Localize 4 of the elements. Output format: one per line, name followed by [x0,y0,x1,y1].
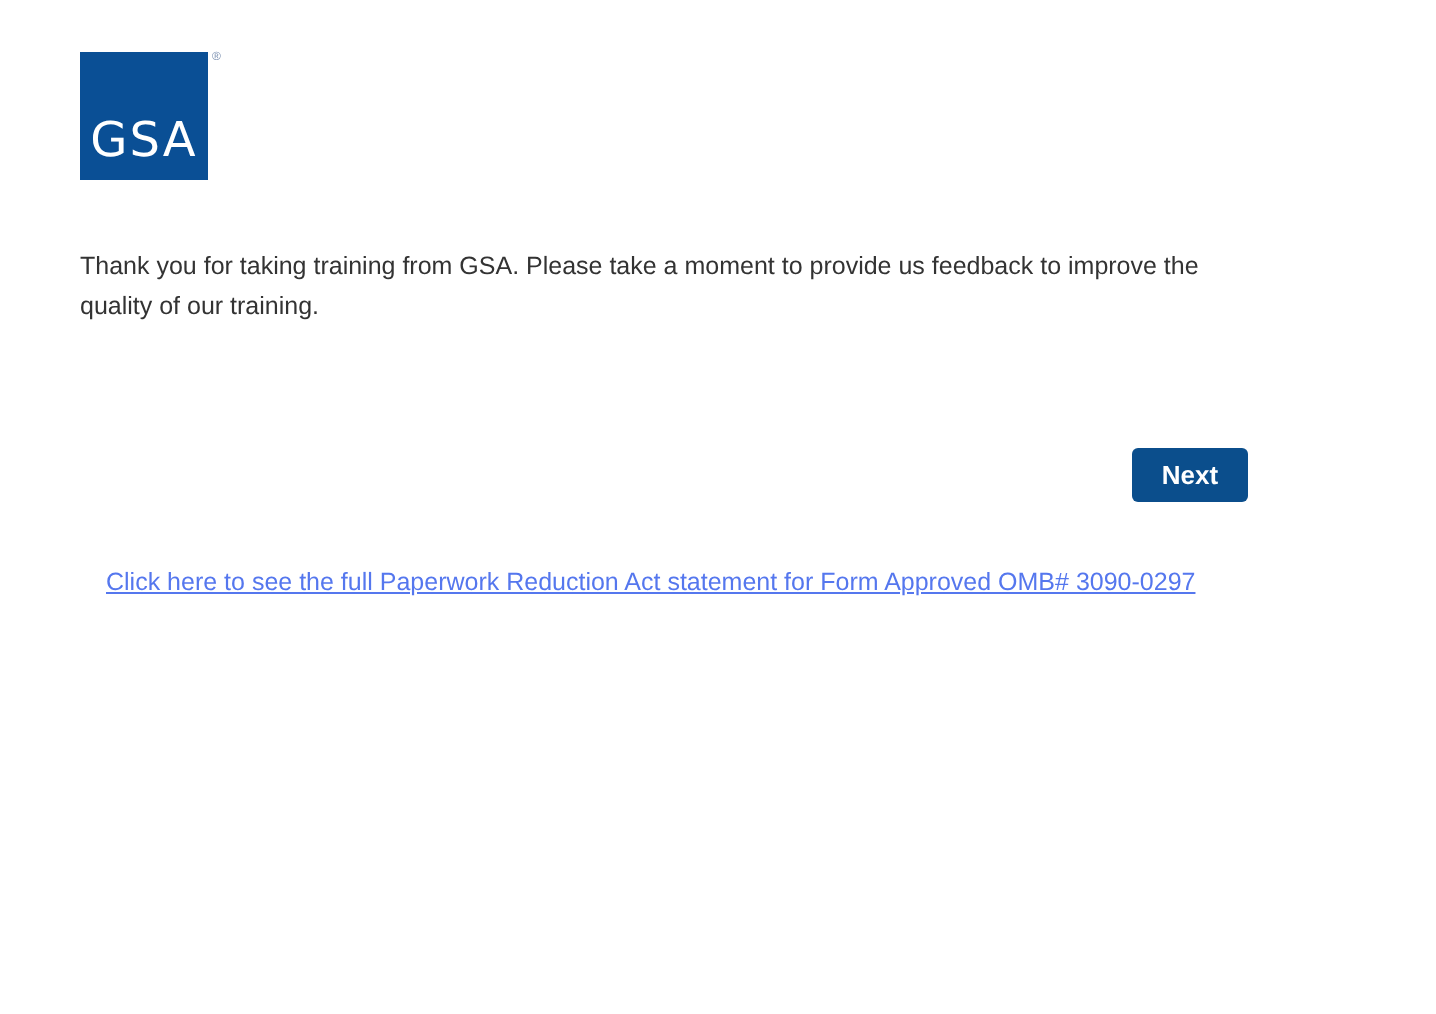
next-button[interactable]: Next [1132,448,1248,502]
paperwork-link[interactable]: Click here to see the full Paperwork Reduction Act statement for Form Approved OMB# 3090-0297 [106,568,1196,596]
intro-text: Thank you for taking training from GSA. Please take a moment to provide us feedback to improve the quality of our training. [80,250,1201,324]
logo-text: GSA [90,116,198,164]
